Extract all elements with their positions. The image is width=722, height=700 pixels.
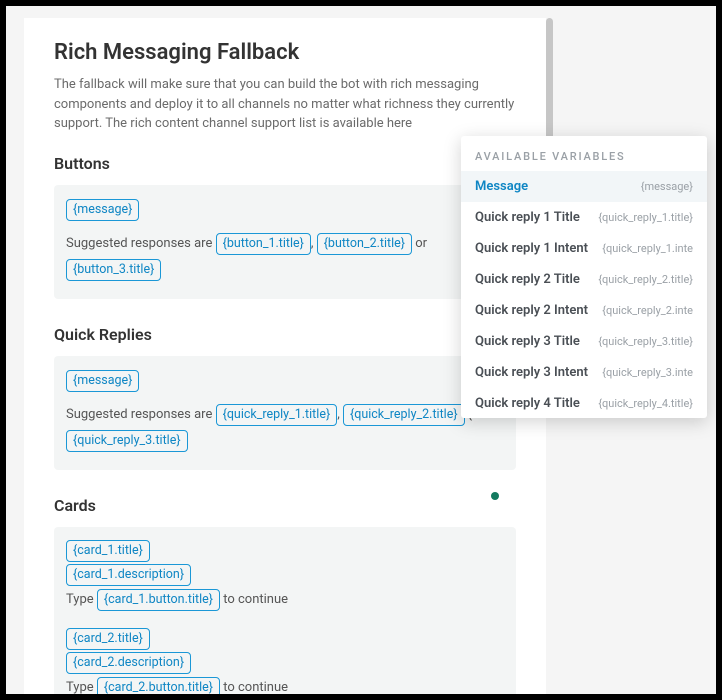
variable-row[interactable]: Quick reply 1 Intent {quick_reply_1.inte — [461, 233, 707, 264]
continue-text: to continue — [220, 592, 288, 607]
type-text: Type — [66, 592, 97, 607]
cards-template[interactable]: {card_1.title} {card_1.description} Type… — [54, 527, 516, 695]
type-text: Type — [66, 680, 97, 694]
variable-row[interactable]: Quick reply 1 Title {quick_reply_1.title} — [461, 202, 707, 233]
token-message[interactable]: {message} — [66, 370, 139, 392]
variable-token: {quick_reply_2.inte — [602, 304, 693, 317]
token-button-1[interactable]: {button_1.title} — [216, 233, 311, 255]
continue-text: to continue — [220, 680, 288, 694]
section-cards-title: Cards — [54, 496, 516, 515]
or-text: or — [412, 236, 427, 251]
variable-token: {quick_reply_2.title} — [598, 273, 693, 286]
variable-token: {quick_reply_3.inte — [602, 366, 693, 379]
token-card1-title[interactable]: {card_1.title} — [66, 540, 150, 562]
token-card2-desc[interactable]: {card_2.description} — [66, 652, 191, 674]
popover-header: AVAILABLE VARIABLES — [461, 136, 707, 171]
suggested-text: Suggested responses are — [66, 407, 216, 422]
variable-row[interactable]: Message {message} — [461, 171, 707, 202]
variable-label: Quick reply 1 Intent — [475, 241, 588, 256]
variable-label: Quick reply 2 Intent — [475, 303, 588, 318]
token-qr-3[interactable]: {quick_reply_3.title} — [66, 430, 188, 452]
section-quickreplies-title: Quick Replies — [54, 325, 516, 344]
variable-row[interactable]: Quick reply 3 Intent {quick_reply_3.inte — [461, 357, 707, 388]
page-description: The fallback will make sure that you can… — [54, 75, 516, 134]
page-title: Rich Messaging Fallback — [54, 40, 516, 65]
status-dot-icon — [491, 492, 499, 500]
variable-token: {quick_reply_3.title} — [598, 335, 693, 348]
buttons-template[interactable]: {message} Suggested responses are {butto… — [54, 185, 516, 299]
app-background: Rich Messaging Fallback The fallback wil… — [6, 6, 716, 694]
token-card2-btn[interactable]: {card_2.button.title} — [97, 677, 220, 694]
popover-list: Message {message} Quick reply 1 Title {quic… — [461, 171, 707, 418]
quickreplies-template[interactable]: {message} Suggested responses are {quick… — [54, 356, 516, 470]
variable-label: Quick reply 3 Title — [475, 334, 580, 349]
variable-token: {message} — [641, 180, 693, 193]
variable-label: Quick reply 3 Intent — [475, 365, 588, 380]
variable-row[interactable]: Quick reply 2 Title {quick_reply_2.title} — [461, 264, 707, 295]
suggested-text: Suggested responses are — [66, 236, 216, 251]
variable-row[interactable]: Quick reply 2 Intent {quick_reply_2.inte — [461, 295, 707, 326]
token-card1-desc[interactable]: {card_1.description} — [66, 564, 191, 586]
token-qr-2[interactable]: {quick_reply_2.title} — [343, 404, 465, 426]
variable-token: {quick_reply_1.inte — [602, 242, 693, 255]
variable-token: {quick_reply_1.title} — [598, 211, 693, 224]
token-message[interactable]: {message} — [66, 199, 139, 221]
variable-token: {quick_reply_4.title} — [598, 397, 693, 410]
token-card2-title[interactable]: {card_2.title} — [66, 628, 150, 650]
variable-label: Quick reply 4 Title — [475, 396, 580, 411]
variable-row[interactable]: Quick reply 3 Title {quick_reply_3.title} — [461, 326, 707, 357]
variable-label: Quick reply 1 Title — [475, 210, 580, 225]
section-buttons-title: Buttons — [54, 154, 516, 173]
variable-label: Message — [475, 179, 528, 194]
variable-label: Quick reply 2 Title — [475, 272, 580, 287]
variable-row[interactable]: Quick reply 4 Title {quick_reply_4.title} — [461, 388, 707, 418]
token-qr-1[interactable]: {quick_reply_1.title} — [216, 404, 338, 426]
token-button-2[interactable]: {button_2.title} — [317, 233, 412, 255]
token-card1-btn[interactable]: {card_1.button.title} — [97, 589, 220, 611]
token-button-3[interactable]: {button_3.title} — [66, 259, 161, 281]
available-variables-popover: AVAILABLE VARIABLES Message {message} Quic… — [461, 136, 707, 418]
